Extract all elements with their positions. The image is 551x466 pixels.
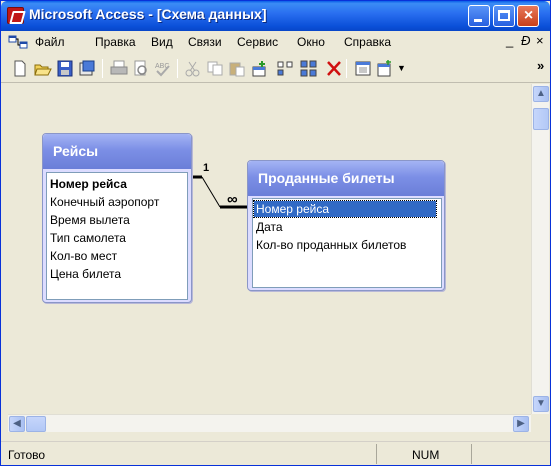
table-flights[interactable]: Рейсы Номер рейса Конечный аэропорт Врем… <box>42 133 192 303</box>
close-button[interactable]: × <box>517 5 539 27</box>
maximize-button[interactable] <box>493 5 515 27</box>
copy-icon[interactable] <box>206 60 224 77</box>
menu-help[interactable]: Справка <box>344 35 391 49</box>
access-window: Microsoft Access - [Схема данных] × Файл… <box>0 0 551 466</box>
menu-relations[interactable]: Связи <box>188 35 222 49</box>
toolbar-overflow-button[interactable]: » <box>537 58 544 73</box>
field-list[interactable]: Номер рейса Конечный аэропорт Время выле… <box>46 172 188 300</box>
status-pane-divider <box>471 444 472 464</box>
field-list[interactable]: Номер рейса Дата Кол-во проданных билето… <box>252 198 442 288</box>
print-icon[interactable] <box>110 60 128 77</box>
table-title: Рейсы <box>53 143 99 159</box>
menu-bar: Файл Правка Вид Связи Сервис Окно Справк… <box>1 31 550 53</box>
menu-window[interactable]: Окно <box>297 35 325 49</box>
show-direct-icon[interactable] <box>276 60 294 77</box>
delete-icon[interactable] <box>325 60 343 77</box>
toolbar-separator <box>346 59 347 78</box>
relationship-one-label: 1 <box>203 162 210 174</box>
scroll-corner <box>531 414 549 432</box>
scroll-left-button[interactable]: ◀ <box>9 416 25 432</box>
field-item[interactable]: Дата <box>256 219 283 235</box>
minimize-button[interactable] <box>468 5 490 27</box>
new-object-dropdown-icon[interactable]: ▼ <box>397 63 406 73</box>
scroll-right-button[interactable]: ▶ <box>513 416 529 432</box>
vertical-scrollbar[interactable]: ▲ ▼ <box>531 84 549 414</box>
menu-tools[interactable]: Сервис <box>237 35 278 49</box>
title-bar[interactable]: Microsoft Access - [Схема данных] × <box>1 1 550 31</box>
table-header[interactable]: Рейсы <box>43 134 191 169</box>
status-bar: Готово NUM <box>1 441 550 465</box>
horizontal-scrollbar[interactable]: ◀ ▶ <box>8 414 531 432</box>
toolbar-separator <box>177 59 178 78</box>
relationships-canvas[interactable]: 1 ∞ Рейсы Номер рейса Конечный аэропорт … <box>8 84 531 414</box>
print-preview-icon[interactable] <box>132 60 150 77</box>
show-table-icon[interactable] <box>251 60 269 77</box>
field-item[interactable]: Тип самолета <box>50 230 126 246</box>
menu-edit[interactable]: Правка <box>95 35 136 49</box>
show-all-icon[interactable] <box>300 60 318 77</box>
status-text: Готово <box>8 448 46 462</box>
field-item[interactable]: Время вылета <box>50 212 130 228</box>
doc-restore-button[interactable]: Ɖ <box>521 33 530 48</box>
relationships-window-icon[interactable] <box>8 34 28 50</box>
cut-icon[interactable] <box>184 60 202 77</box>
doc-close-button[interactable]: × <box>536 33 544 48</box>
close-icon: × <box>523 7 534 24</box>
paste-icon[interactable] <box>228 60 246 77</box>
maximize-icon <box>498 10 510 21</box>
table-title: Проданные билеты <box>258 170 395 186</box>
field-item[interactable]: Кол-во мест <box>50 248 117 264</box>
new-object-icon[interactable] <box>376 60 394 77</box>
field-item[interactable]: Кол-во проданных билетов <box>256 237 406 253</box>
scroll-down-button[interactable]: ▼ <box>533 396 549 412</box>
field-item[interactable]: Цена билета <box>50 266 121 282</box>
num-lock-indicator: NUM <box>412 448 440 462</box>
field-item[interactable]: Номер рейса <box>253 200 437 218</box>
access-app-icon[interactable] <box>7 7 24 24</box>
table-header[interactable]: Проданные билеты <box>248 161 444 196</box>
table-sold-tickets[interactable]: Проданные билеты Номер рейса Дата Кол-во… <box>247 160 445 291</box>
scroll-up-button[interactable]: ▲ <box>533 86 549 102</box>
window-title: Microsoft Access - [Схема данных] <box>29 6 267 22</box>
database-window-icon[interactable] <box>354 60 372 77</box>
doc-minimize-button[interactable]: _ <box>506 33 513 48</box>
status-pane-divider <box>376 444 377 464</box>
relationship-many-label: ∞ <box>227 191 238 208</box>
toolbar-separator <box>102 59 103 78</box>
open-icon[interactable] <box>34 60 52 77</box>
spelling-icon[interactable]: ABC <box>154 60 172 77</box>
menu-view[interactable]: Вид <box>151 35 173 49</box>
vertical-scroll-thumb[interactable] <box>533 108 549 130</box>
save-icon[interactable] <box>56 60 74 77</box>
toolbar: ABC ▼ » <box>1 53 550 83</box>
sql-icon[interactable] <box>78 60 96 77</box>
horizontal-scroll-thumb[interactable] <box>26 416 46 432</box>
new-icon[interactable] <box>11 60 29 77</box>
field-item[interactable]: Конечный аэропорт <box>50 194 159 210</box>
minimize-icon <box>474 19 482 22</box>
menu-file[interactable]: Файл <box>35 35 65 49</box>
field-item[interactable]: Номер рейса <box>50 176 127 192</box>
